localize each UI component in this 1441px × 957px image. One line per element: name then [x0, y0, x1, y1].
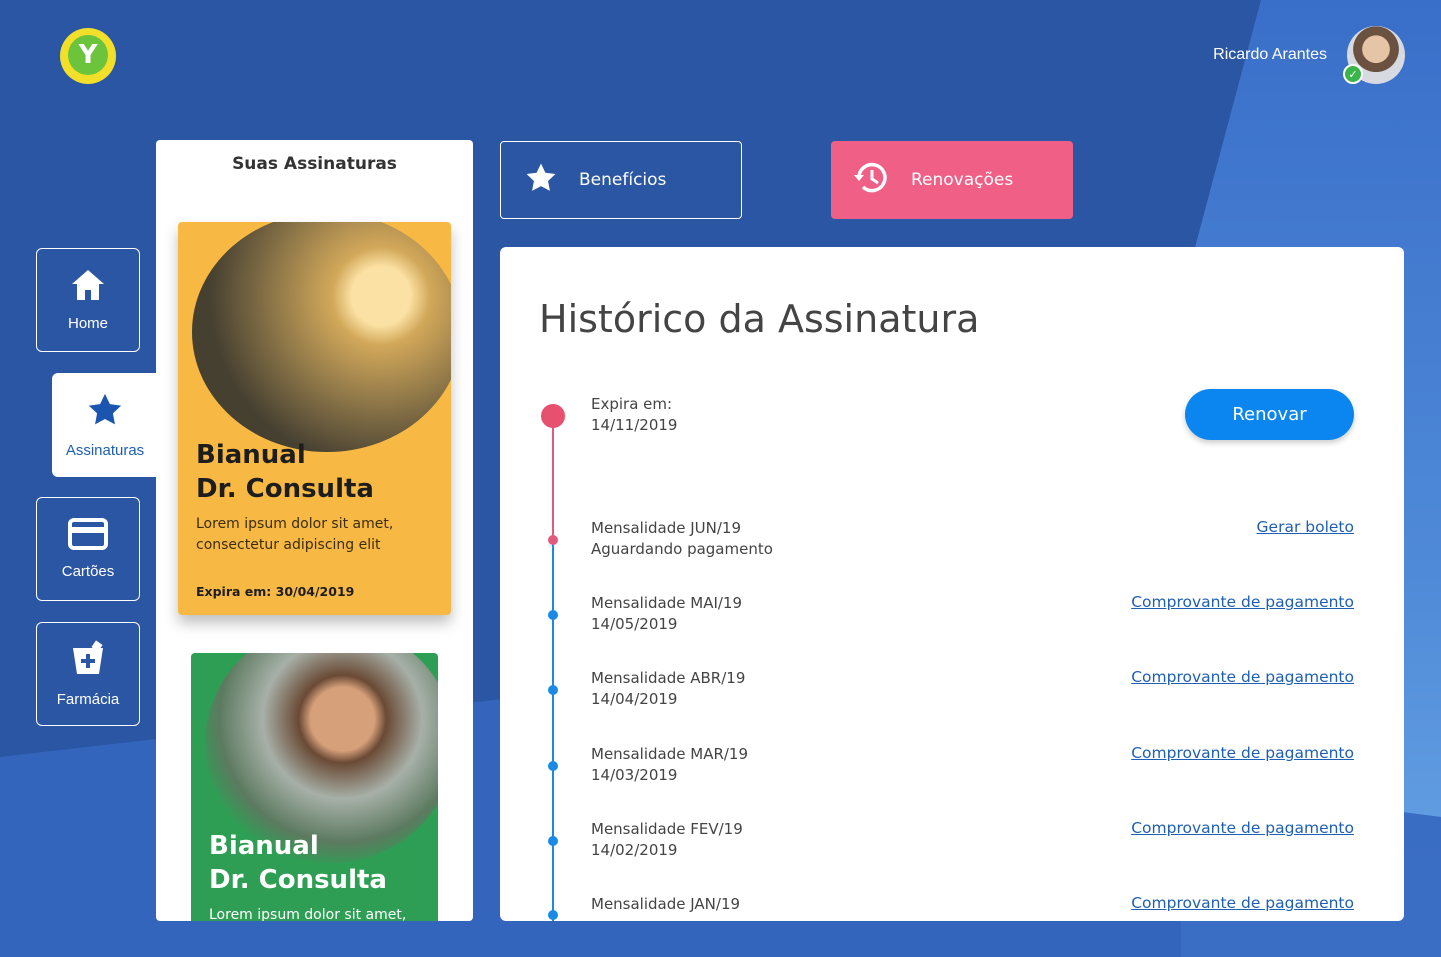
- payment-receipt-link[interactable]: Comprovante de pagamento: [1131, 819, 1354, 837]
- payment-receipt-link[interactable]: Comprovante de pagamento: [1131, 894, 1354, 912]
- nav-cartoes-label: Cartões: [61, 563, 115, 580]
- timeline-dot: [548, 836, 558, 846]
- avatar[interactable]: ✓: [1343, 26, 1405, 84]
- subscriptions-panel: Suas Assinaturas Bianual Dr. Consulta Lo…: [156, 140, 473, 921]
- timeline-entry: Mensalidade JAN/19: [591, 895, 741, 913]
- nav-assinaturas-label: Assinaturas: [65, 442, 145, 459]
- user-name: Ricardo Arantes: [1213, 46, 1327, 63]
- timeline-entry: Mensalidade ABR/19 14/04/2019: [591, 669, 746, 708]
- renew-button[interactable]: Renovar: [1185, 389, 1354, 440]
- card-icon: [68, 518, 108, 555]
- payment-receipt-link[interactable]: Comprovante de pagamento: [1131, 744, 1354, 762]
- tab-beneficios[interactable]: Benefícios: [500, 141, 742, 219]
- nav-farmacia-button[interactable]: Farmácia: [36, 622, 140, 726]
- tab-renovacoes-label: Renovações: [911, 170, 1014, 190]
- nav-home-button[interactable]: Home: [36, 248, 140, 352]
- card-description: Lorem ipsum dolor sit amet, consectetur …: [196, 516, 394, 553]
- payment-receipt-link[interactable]: Comprovante de pagamento: [1131, 668, 1354, 686]
- nav-assinaturas-button[interactable]: Assinaturas: [52, 373, 158, 477]
- timeline-dot: [548, 685, 558, 695]
- timeline-current-dot: [541, 404, 565, 428]
- nav-cartoes-button[interactable]: Cartões: [36, 497, 140, 601]
- timeline-current-entry: Expira em: 14/11/2019: [591, 395, 678, 434]
- subscription-card[interactable]: Bianual Dr. Consulta Lorem ipsum dolor s…: [178, 222, 451, 615]
- generate-boleto-link[interactable]: Gerar boleto: [1257, 518, 1354, 536]
- card-title: Bianual Dr. Consulta: [196, 440, 374, 504]
- logo-letter: Y: [68, 35, 108, 75]
- card-expiry: Expira em: 30/04/2019: [196, 584, 355, 599]
- timeline-entry: Mensalidade FEV/19 14/02/2019: [591, 820, 743, 859]
- user-profile[interactable]: Ricardo Arantes ✓: [1213, 26, 1405, 84]
- tab-renovacoes[interactable]: Renovações: [831, 141, 1073, 219]
- timeline-line: [552, 415, 554, 541]
- nav-farmacia-label: Farmácia: [56, 691, 120, 708]
- payment-receipt-link[interactable]: Comprovante de pagamento: [1131, 593, 1354, 611]
- timeline-dot: [548, 761, 558, 771]
- star-icon: [85, 391, 125, 434]
- timeline-entry: Mensalidade MAI/19 14/05/2019: [591, 594, 743, 633]
- timeline-dot: [548, 610, 558, 620]
- nav-home-label: Home: [67, 315, 108, 332]
- timeline-line: [552, 541, 554, 921]
- card-title: Bianual Dr. Consulta: [209, 831, 387, 895]
- timeline-entry: Mensalidade JUN/19 Aguardando pagamento: [591, 519, 773, 558]
- verified-check-icon: ✓: [1343, 64, 1363, 84]
- tab-beneficios-label: Benefícios: [579, 170, 667, 190]
- pharmacy-icon: [69, 640, 107, 683]
- timeline-entry: Mensalidade MAR/19 14/03/2019: [591, 745, 749, 784]
- card-description: Lorem ipsum dolor sit amet,: [209, 907, 407, 921]
- history-panel: Histórico da Assinatura Expira em: 14/11…: [500, 247, 1404, 921]
- home-icon: [70, 268, 106, 307]
- timeline-dot: [548, 910, 558, 920]
- subscriptions-title: Suas Assinaturas: [232, 154, 397, 174]
- app-logo[interactable]: Y: [60, 28, 116, 84]
- history-title: Histórico da Assinatura: [539, 297, 980, 341]
- card-photo: [192, 222, 451, 452]
- subscription-card[interactable]: Bianual Dr. Consulta Lorem ipsum dolor s…: [191, 653, 438, 921]
- star-icon: [523, 161, 559, 200]
- history-icon: [851, 158, 891, 203]
- timeline-dot: [548, 535, 558, 545]
